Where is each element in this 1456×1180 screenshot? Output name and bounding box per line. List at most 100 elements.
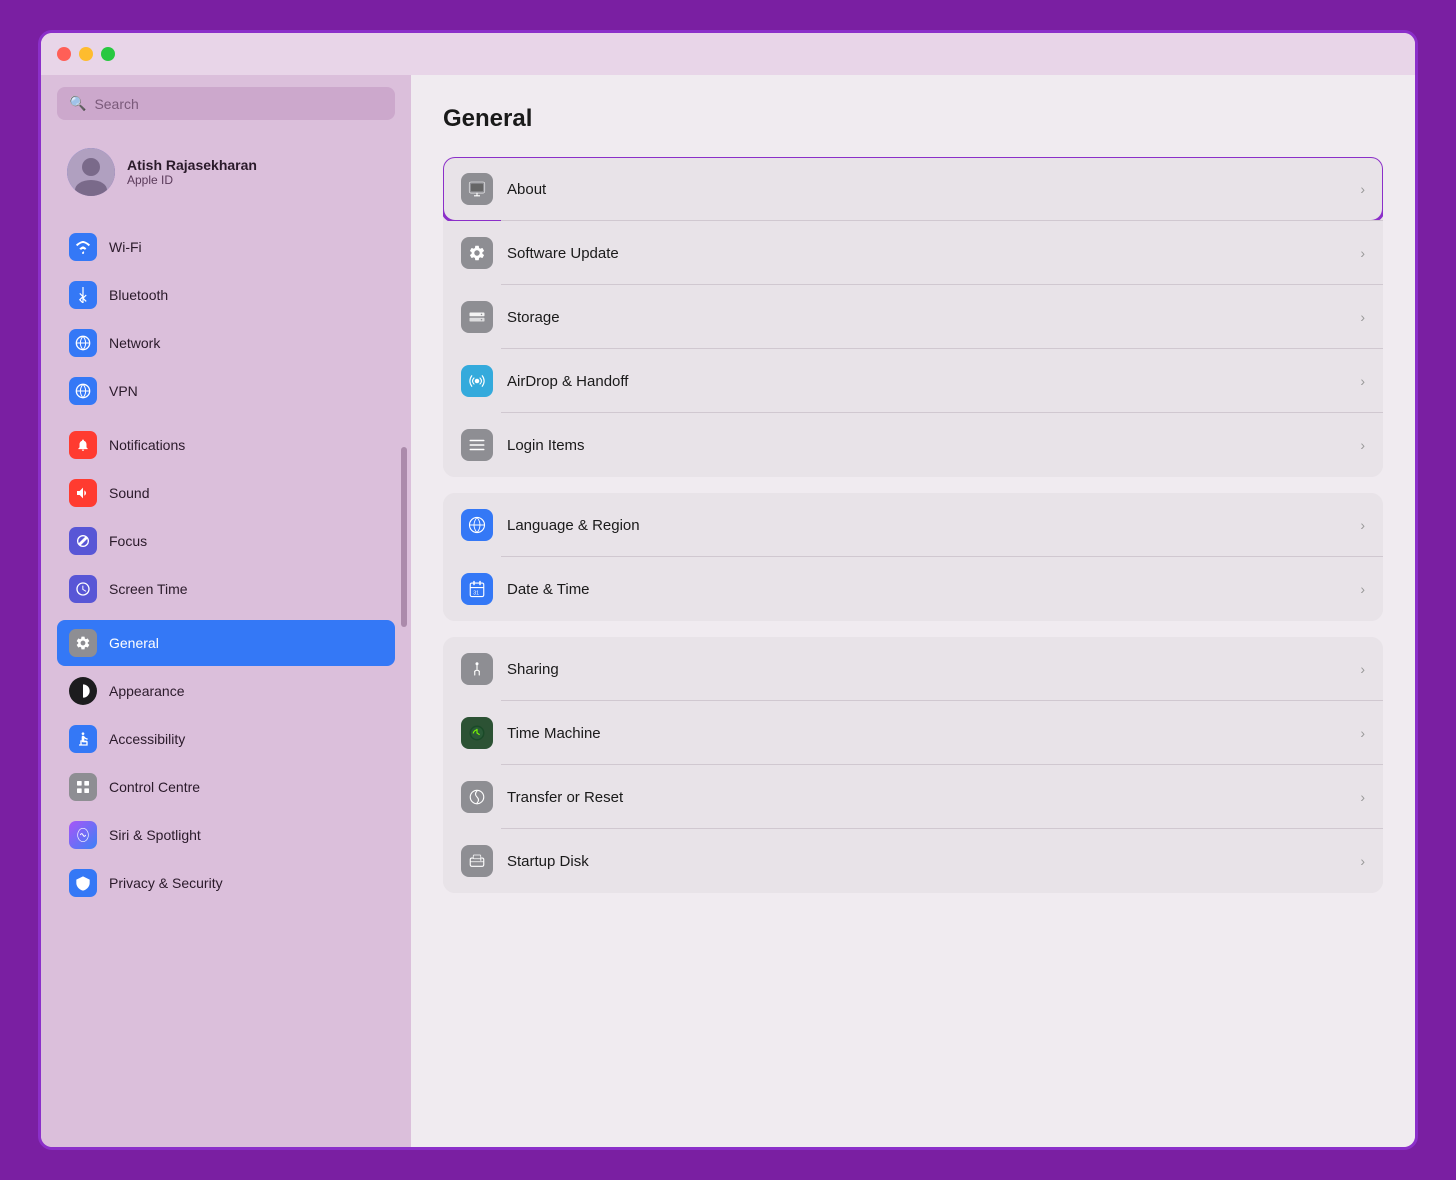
user-profile[interactable]: Atish Rajasekharan Apple ID <box>57 140 395 204</box>
about-icon <box>461 173 493 205</box>
sidebar-item-label-privacy: Privacy & Security <box>109 875 223 891</box>
sidebar-item-screentime[interactable]: Screen Time <box>57 566 395 612</box>
settings-item-label-transfer: Transfer or Reset <box>507 789 1360 806</box>
settings-item-sharing[interactable]: Sharing › <box>443 637 1383 701</box>
sidebar-section-general: General Appearance <box>57 620 395 906</box>
sidebar-item-privacy[interactable]: Privacy & Security <box>57 860 395 906</box>
sidebar-item-label-controlcentre: Control Centre <box>109 779 200 795</box>
sidebar-item-notifications[interactable]: Notifications <box>57 422 395 468</box>
chevron-loginitems: › <box>1360 437 1365 453</box>
user-subtitle: Apple ID <box>127 173 257 187</box>
sidebar-section-notifications: Notifications Sound <box>57 422 395 612</box>
chevron-airdrop: › <box>1360 373 1365 389</box>
settings-item-datetime[interactable]: 31 Date & Time › <box>443 557 1383 621</box>
sidebar-item-vpn[interactable]: VPN <box>57 368 395 414</box>
search-input[interactable] <box>94 96 383 112</box>
settings-item-transfer[interactable]: Transfer or Reset › <box>443 765 1383 829</box>
avatar <box>67 148 115 196</box>
settings-item-timemachine[interactable]: Time Machine › <box>443 701 1383 765</box>
chevron-language: › <box>1360 517 1365 533</box>
minimize-button[interactable] <box>79 47 93 61</box>
user-name: Atish Rajasekharan <box>127 157 257 173</box>
sidebar-item-sound[interactable]: Sound <box>57 470 395 516</box>
bluetooth-icon <box>69 281 97 309</box>
scrollbar-track <box>401 155 407 1127</box>
sidebar-item-label-general: General <box>109 635 159 651</box>
accessibility-icon <box>69 725 97 753</box>
focus-icon <box>69 527 97 555</box>
language-icon <box>461 509 493 541</box>
sidebar-item-controlcentre[interactable]: Control Centre <box>57 764 395 810</box>
notifications-icon <box>69 431 97 459</box>
timemachine-icon <box>461 717 493 749</box>
sidebar: 🔍 Atish Rajasekharan Apple ID <box>41 75 411 1147</box>
chevron-sharing: › <box>1360 661 1365 677</box>
system-settings-window: 🔍 Atish Rajasekharan Apple ID <box>38 30 1418 1150</box>
siri-icon <box>69 821 97 849</box>
appearance-icon <box>69 677 97 705</box>
maximize-button[interactable] <box>101 47 115 61</box>
general-icon <box>69 629 97 657</box>
chevron-startup: › <box>1360 853 1365 869</box>
chevron-timemachine: › <box>1360 725 1365 741</box>
startup-icon <box>461 845 493 877</box>
sidebar-item-general[interactable]: General <box>57 620 395 666</box>
titlebar <box>41 33 1415 75</box>
settings-item-label-timemachine: Time Machine <box>507 725 1360 742</box>
settings-item-storage[interactable]: Storage › <box>443 285 1383 349</box>
search-bar[interactable]: 🔍 <box>57 87 395 120</box>
user-info: Atish Rajasekharan Apple ID <box>127 157 257 187</box>
settings-item-about[interactable]: About › <box>443 157 1383 221</box>
sidebar-item-label-wifi: Wi-Fi <box>109 239 142 255</box>
sidebar-item-label-notifications: Notifications <box>109 437 185 453</box>
page-title: General <box>443 105 1383 133</box>
sidebar-item-label-bluetooth: Bluetooth <box>109 287 168 303</box>
screentime-icon <box>69 575 97 603</box>
close-button[interactable] <box>57 47 71 61</box>
sidebar-item-label-vpn: VPN <box>109 383 138 399</box>
softwareupdate-icon <box>461 237 493 269</box>
settings-item-language[interactable]: Language & Region › <box>443 493 1383 557</box>
sidebar-item-label-network: Network <box>109 335 160 351</box>
sidebar-item-siri[interactable]: Siri & Spotlight <box>57 812 395 858</box>
sidebar-item-label-focus: Focus <box>109 533 147 549</box>
settings-item-airdrop[interactable]: AirDrop & Handoff › <box>443 349 1383 413</box>
sidebar-item-wifi[interactable]: Wi-Fi <box>57 224 395 270</box>
sidebar-item-appearance[interactable]: Appearance <box>57 668 395 714</box>
search-icon: 🔍 <box>69 95 86 112</box>
settings-item-label-loginitems: Login Items <box>507 437 1360 454</box>
settings-item-softwareupdate[interactable]: Software Update › <box>443 221 1383 285</box>
settings-item-label-storage: Storage <box>507 309 1360 326</box>
sidebar-item-bluetooth[interactable]: Bluetooth <box>57 272 395 318</box>
sidebar-item-label-appearance: Appearance <box>109 683 185 699</box>
svg-text:31: 31 <box>473 590 479 596</box>
settings-item-label-sharing: Sharing <box>507 661 1360 678</box>
main-content: General About › <box>411 75 1415 1147</box>
sidebar-item-label-screentime: Screen Time <box>109 581 188 597</box>
chevron-softwareupdate: › <box>1360 245 1365 261</box>
sidebar-item-accessibility[interactable]: Accessibility <box>57 716 395 762</box>
transfer-icon <box>461 781 493 813</box>
sidebar-item-focus[interactable]: Focus <box>57 518 395 564</box>
vpn-icon <box>69 377 97 405</box>
sidebar-item-network[interactable]: Network <box>57 320 395 366</box>
datetime-icon: 31 <box>461 573 493 605</box>
settings-group-3: Sharing › Time Machine › <box>443 637 1383 893</box>
sidebar-item-label-accessibility: Accessibility <box>109 731 185 747</box>
chevron-about: › <box>1360 181 1365 197</box>
settings-item-startup[interactable]: Startup Disk › <box>443 829 1383 893</box>
privacy-icon <box>69 869 97 897</box>
chevron-datetime: › <box>1360 581 1365 597</box>
scrollbar-thumb[interactable] <box>401 447 407 627</box>
chevron-storage: › <box>1360 309 1365 325</box>
airdrop-icon <box>461 365 493 397</box>
network-icon <box>69 329 97 357</box>
settings-item-label-language: Language & Region <box>507 517 1360 534</box>
settings-item-label-softwareupdate: Software Update <box>507 245 1360 262</box>
traffic-lights <box>57 47 115 61</box>
settings-group-1: About › Software Update › <box>443 157 1383 477</box>
wifi-icon <box>69 233 97 261</box>
settings-item-loginitems[interactable]: Login Items › <box>443 413 1383 477</box>
controlcentre-icon <box>69 773 97 801</box>
storage-icon <box>461 301 493 333</box>
